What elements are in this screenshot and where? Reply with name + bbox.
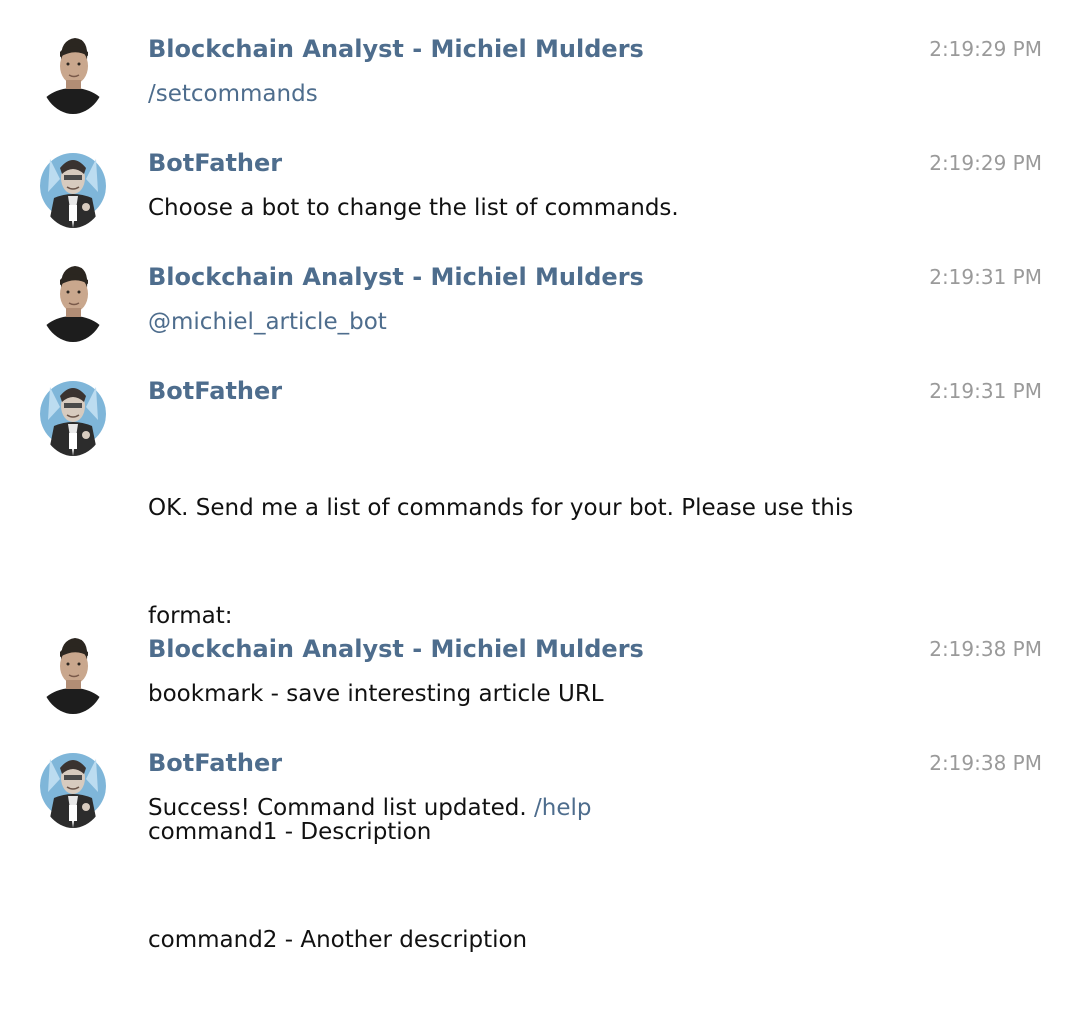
bot-username-link[interactable]: @michiel_article_bot <box>148 304 888 340</box>
botfather-avatar-icon <box>40 153 106 228</box>
sender-name[interactable]: Blockchain Analyst - Michiel Mulders <box>148 632 644 666</box>
message-text: bookmark - save interesting article URL <box>148 681 604 707</box>
message-line: OK. Send me a list of commands for your … <box>148 495 854 521</box>
michiel-avatar-icon <box>40 630 106 714</box>
avatar[interactable] <box>40 30 106 114</box>
sender-name[interactable]: Blockchain Analyst - Michiel Mulders <box>148 32 644 66</box>
sender-name[interactable]: BotFather <box>148 146 282 180</box>
michiel-avatar-icon <box>40 30 106 114</box>
sender-name[interactable]: Blockchain Analyst - Michiel Mulders <box>148 260 644 294</box>
chat-history: Blockchain Analyst - Michiel Mulders 2:1… <box>0 0 1078 953</box>
message-timestamp: 2:19:29 PM <box>929 151 1042 175</box>
avatar[interactable] <box>40 258 106 342</box>
help-command-link[interactable]: /help <box>534 795 591 821</box>
message-text-content: Success! Command list updated. <box>148 795 527 821</box>
avatar[interactable] <box>40 630 106 714</box>
message-timestamp: 2:19:31 PM <box>929 265 1042 289</box>
message-timestamp: 2:19:38 PM <box>929 637 1042 661</box>
message-text: Choose a bot to change the list of comma… <box>148 195 679 221</box>
avatar[interactable] <box>40 744 106 828</box>
message-timestamp: 2:19:29 PM <box>929 37 1042 61</box>
avatar[interactable] <box>40 372 106 456</box>
message-line: format: <box>148 603 233 629</box>
botfather-avatar-icon <box>40 381 106 456</box>
avatar[interactable] <box>40 144 106 228</box>
botfather-avatar-icon <box>40 753 106 828</box>
message-timestamp: 2:19:38 PM <box>929 751 1042 775</box>
sender-name[interactable]: BotFather <box>148 374 282 408</box>
michiel-avatar-icon <box>40 258 106 342</box>
command-link[interactable]: /setcommands <box>148 76 888 112</box>
sender-name[interactable]: BotFather <box>148 746 282 780</box>
message-timestamp: 2:19:31 PM <box>929 379 1042 403</box>
message-text: Success! Command list updated. /help <box>148 790 888 826</box>
message-text: OK. Send me a list of commands for your … <box>148 418 888 1030</box>
message-line: command2 - Another description <box>148 927 528 953</box>
